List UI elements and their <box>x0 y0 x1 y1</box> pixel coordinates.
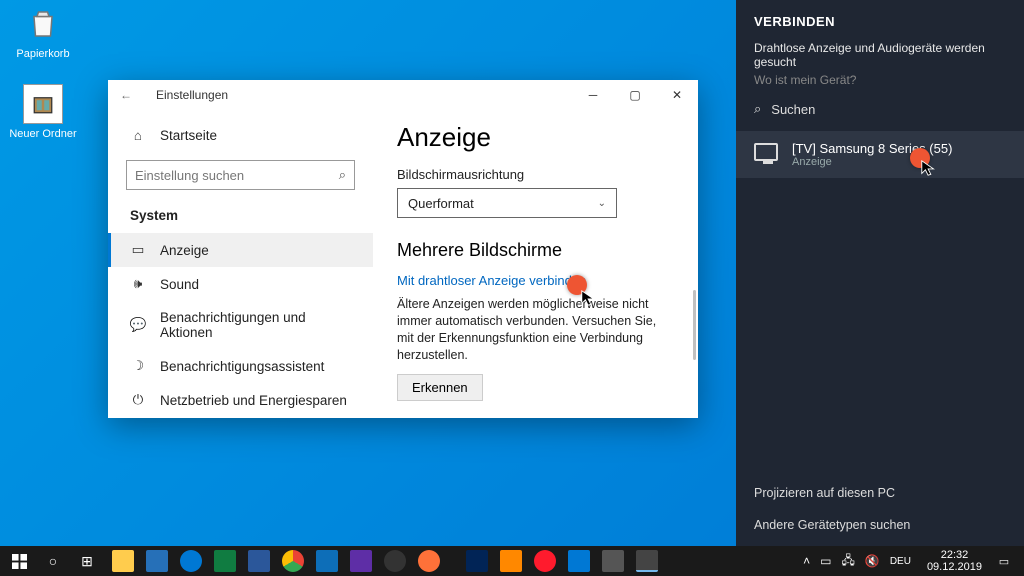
desktop: Papierkorb Neuer Ordner ← Einstellungen … <box>0 0 1024 576</box>
taskbar-app-vlc[interactable] <box>494 546 528 576</box>
detect-description: Ältere Anzeigen werden möglicherweise ni… <box>397 296 674 364</box>
project-to-pc-link[interactable]: Projizieren auf diesen PC <box>754 486 1006 500</box>
window-title: Einstellungen <box>156 88 228 102</box>
display-icon: ▭ <box>130 242 146 258</box>
desktop-icon-label: Papierkorb <box>8 48 78 60</box>
nav-category: System <box>108 202 373 233</box>
other-device-types-link[interactable]: Andere Gerätetypen suchen <box>754 518 1006 532</box>
taskbar-app-firefox[interactable] <box>412 546 446 576</box>
home-icon: ⌂ <box>130 127 146 143</box>
action-center-button[interactable]: ▭ <box>990 555 1018 568</box>
nav-item-focus-assist[interactable]: ☽ Benachrichtigungsassistent <box>108 349 373 383</box>
taskbar-app-excel[interactable] <box>208 546 242 576</box>
search-icon: ⌕ <box>754 101 761 117</box>
nav-item-sound[interactable]: 🕪 Sound <box>108 267 373 301</box>
detect-button[interactable]: Erkennen <box>397 374 483 401</box>
taskbar-app-mail[interactable] <box>562 546 596 576</box>
where-is-device-link[interactable]: Wo ist mein Gerät? <box>754 73 1006 87</box>
taskbar-app-teamviewer[interactable] <box>310 546 344 576</box>
clock-time: 22:32 <box>927 549 982 561</box>
desktop-icon-label: Neuer Ordner <box>8 128 78 140</box>
taskbar-app-generic[interactable] <box>596 546 630 576</box>
tray-cast-icon[interactable]: ▭ <box>820 554 831 568</box>
clock-date: 09.12.2019 <box>927 561 982 573</box>
nav-home[interactable]: ⌂ Startseite <box>108 118 373 152</box>
start-button[interactable] <box>0 546 38 576</box>
connect-panel: VERBINDEN Drahtlose Anzeige und Audioger… <box>736 0 1024 546</box>
desktop-icon-new-folder[interactable]: Neuer Ordner <box>8 84 78 140</box>
sound-icon: 🕪 <box>130 276 146 292</box>
taskbar-app-word[interactable] <box>242 546 276 576</box>
tray-volume-icon[interactable]: 🔇 <box>865 554 880 568</box>
taskbar-app-snip[interactable] <box>344 546 378 576</box>
minimize-button[interactable]: ─ <box>572 80 614 110</box>
power-icon: ⏻ <box>130 392 146 408</box>
dropdown-value: Querformat <box>408 196 474 211</box>
content-scrollbar[interactable] <box>693 290 696 360</box>
settings-nav: ⌂ Startseite Einstellung suchen ⌕ System… <box>108 110 373 418</box>
taskbar: ○ ⊞ ˄ ▭ 🖧 🔇 DEU <box>0 546 1024 576</box>
search-label: Suchen <box>771 102 815 117</box>
recycle-bin-icon <box>23 4 63 44</box>
connect-title: VERBINDEN <box>754 14 1006 29</box>
taskbar-app-powershell[interactable] <box>460 546 494 576</box>
task-view-button[interactable]: ⊞ <box>68 546 106 576</box>
nav-label: Netzbetrieb und Energiesparen <box>160 393 347 408</box>
system-tray: ˄ ▭ 🖧 🔇 DEU <box>795 551 919 572</box>
nav-label: Benachrichtigungen und Aktionen <box>160 310 351 340</box>
maximize-button[interactable]: ▢ <box>614 80 656 110</box>
tray-language[interactable]: DEU <box>890 556 911 567</box>
taskbar-app-edge[interactable] <box>174 546 208 576</box>
cortana-button[interactable]: ○ <box>38 546 68 576</box>
orientation-dropdown[interactable]: Querformat ⌄ <box>397 188 617 218</box>
settings-search-input[interactable]: Einstellung suchen ⌕ <box>126 160 355 190</box>
nav-item-display[interactable]: ▭ Anzeige <box>108 233 373 267</box>
moon-icon: ☽ <box>130 358 146 374</box>
taskbar-clock[interactable]: 22:32 09.12.2019 <box>921 549 988 573</box>
search-icon: ⌕ <box>339 167 346 183</box>
taskbar-app-chrome[interactable] <box>276 546 310 576</box>
desktop-icon-recycle-bin[interactable]: Papierkorb <box>8 4 78 60</box>
search-placeholder: Einstellung suchen <box>135 168 244 183</box>
taskbar-app-obs[interactable] <box>378 546 412 576</box>
taskbar-app-explorer[interactable] <box>106 546 140 576</box>
cursor-icon <box>920 159 938 182</box>
taskbar-app-store[interactable] <box>140 546 174 576</box>
connect-search-input[interactable]: ⌕ Suchen <box>754 101 1006 117</box>
nav-label: Anzeige <box>160 243 209 258</box>
multi-displays-heading: Mehrere Bildschirme <box>397 240 674 261</box>
chevron-down-icon: ⌄ <box>598 198 606 209</box>
nav-label: Startseite <box>160 128 217 143</box>
nav-item-notifications[interactable]: 💬 Benachrichtigungen und Aktionen <box>108 301 373 349</box>
folder-icon <box>23 84 63 124</box>
back-button[interactable]: ← <box>120 88 132 102</box>
titlebar: ← Einstellungen ─ ▢ ✕ <box>108 80 698 110</box>
nav-item-power[interactable]: ⏻ Netzbetrieb und Energiesparen <box>108 383 373 417</box>
wireless-display-link[interactable]: Mit drahtloser Anzeige verbinden <box>397 273 674 288</box>
notifications-icon: 💬 <box>130 317 146 333</box>
nav-label: Sound <box>160 277 199 292</box>
page-title: Anzeige <box>397 122 674 153</box>
cursor-icon <box>580 289 598 312</box>
tray-network-icon[interactable]: 🖧 <box>841 551 854 572</box>
tv-icon <box>754 143 778 161</box>
taskbar-app-settings[interactable] <box>630 546 664 576</box>
tray-chevron-up-icon[interactable]: ˄ <box>803 554 810 568</box>
settings-window: ← Einstellungen ─ ▢ ✕ ⌂ Startseite Einst… <box>108 80 698 418</box>
nav-label: Benachrichtigungsassistent <box>160 359 324 374</box>
taskbar-app-opera[interactable] <box>528 546 562 576</box>
close-button[interactable]: ✕ <box>656 80 698 110</box>
device-item-samsung-tv[interactable]: [TV] Samsung 8 Series (55) Anzeige <box>736 131 1024 178</box>
connect-status: Drahtlose Anzeige und Audiogeräte werden… <box>754 41 1006 69</box>
settings-content: Anzeige Bildschirmausrichtung Querformat… <box>373 110 698 418</box>
orientation-label: Bildschirmausrichtung <box>397 167 674 182</box>
